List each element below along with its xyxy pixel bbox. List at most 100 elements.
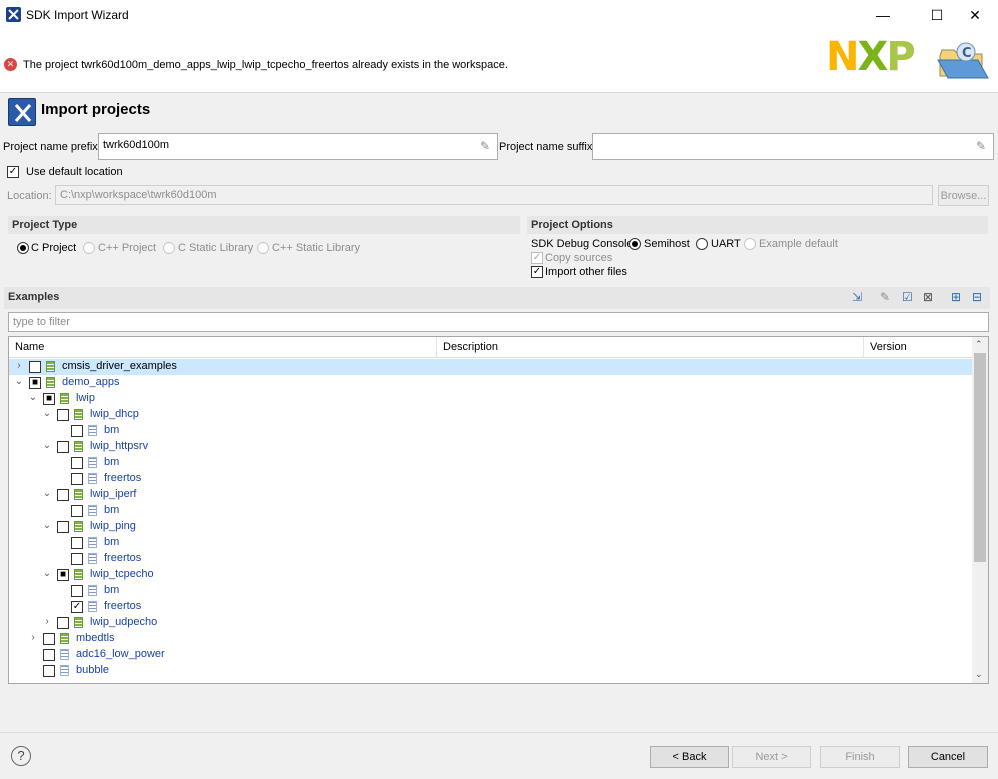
expander-icon[interactable]: ⌄: [42, 520, 52, 532]
close-button[interactable]: ✕: [952, 0, 998, 30]
select-all-icon[interactable]: ☑: [902, 290, 916, 304]
tree-row[interactable]: ⌄ ■ lwip: [9, 391, 972, 407]
row-checkbox[interactable]: [57, 489, 69, 501]
tree-row[interactable]: bm: [9, 583, 972, 599]
radio-example-default[interactable]: [744, 238, 756, 250]
radio-c-project[interactable]: [17, 242, 29, 254]
tree-row[interactable]: freertos: [9, 551, 972, 567]
expander-icon[interactable]: ›: [28, 632, 38, 644]
prefix-input[interactable]: twrk60d100m ✎: [98, 133, 498, 160]
filter-input[interactable]: type to filter: [8, 312, 989, 332]
import-other-files-checkbox[interactable]: ✓: [531, 266, 543, 278]
expander-icon[interactable]: ⌄: [28, 392, 38, 404]
expander-icon[interactable]: [56, 600, 66, 612]
next-button[interactable]: Next >: [732, 746, 811, 768]
row-checkbox[interactable]: ■: [43, 393, 55, 405]
expander-icon[interactable]: ›: [14, 360, 24, 372]
radio-uart[interactable]: [696, 238, 708, 250]
expander-icon[interactable]: [28, 648, 38, 660]
expander-icon[interactable]: [56, 504, 66, 516]
copy-sources-checkbox[interactable]: ✓: [531, 252, 543, 264]
expander-icon[interactable]: ⌄: [42, 568, 52, 580]
row-checkbox[interactable]: [57, 409, 69, 421]
expander-icon[interactable]: ⌄: [42, 488, 52, 500]
row-checkbox[interactable]: [43, 665, 55, 677]
expander-icon[interactable]: [56, 584, 66, 596]
finish-button[interactable]: Finish: [820, 746, 900, 768]
row-checkbox[interactable]: [29, 361, 41, 373]
column-description[interactable]: Description: [437, 337, 864, 358]
examples-tree[interactable]: Name Description Version › cmsis_driver_e…: [8, 336, 989, 684]
row-label: demo_apps: [62, 376, 120, 388]
location-input[interactable]: C:\nxp\workspace\twrk60d100m: [55, 185, 933, 205]
expander-icon[interactable]: [56, 536, 66, 548]
expander-icon[interactable]: [56, 456, 66, 468]
row-checkbox[interactable]: [71, 425, 83, 437]
radio-cpp-project[interactable]: [83, 242, 95, 254]
deselect-all-icon[interactable]: ⊠: [923, 290, 939, 304]
tree-row[interactable]: ⌄ ■ demo_apps: [9, 375, 972, 391]
tree-row[interactable]: freertos: [9, 471, 972, 487]
project-icon: [60, 665, 69, 676]
suffix-input[interactable]: ✎: [592, 133, 994, 160]
row-checkbox[interactable]: ■: [29, 377, 41, 389]
row-checkbox[interactable]: [71, 473, 83, 485]
row-checkbox[interactable]: [43, 633, 55, 645]
minimize-button[interactable]: —: [860, 0, 906, 30]
tree-row[interactable]: ✓ freertos: [9, 599, 972, 615]
expander-icon[interactable]: ⌄: [14, 376, 24, 388]
tree-row[interactable]: ⌄ ■ lwip_tcpecho: [9, 567, 972, 583]
scroll-thumb[interactable]: [974, 353, 986, 562]
back-button[interactable]: < Back: [650, 746, 729, 768]
clear-prefix-icon[interactable]: ✎: [477, 139, 493, 155]
tree-row[interactable]: › mbedtls: [9, 631, 972, 647]
expander-icon[interactable]: ⌄: [42, 408, 52, 420]
row-checkbox[interactable]: [57, 441, 69, 453]
tree-row[interactable]: ⌄ lwip_iperf: [9, 487, 972, 503]
row-checkbox[interactable]: [71, 553, 83, 565]
expander-icon[interactable]: [56, 552, 66, 564]
collapse-all-icon[interactable]: ⊟: [972, 290, 986, 304]
scroll-up-icon[interactable]: ⌃: [975, 339, 983, 350]
radio-semihost[interactable]: [629, 238, 641, 250]
clear-suffix-icon[interactable]: ✎: [973, 139, 989, 155]
radio-c-static-library[interactable]: [163, 242, 175, 254]
expander-icon[interactable]: ›: [42, 616, 52, 628]
tree-row[interactable]: bubble: [9, 663, 972, 679]
cancel-button[interactable]: Cancel: [908, 746, 988, 768]
expander-icon[interactable]: ⌄: [42, 440, 52, 452]
row-checkbox[interactable]: [71, 585, 83, 597]
tree-scrollbar[interactable]: ⌃ ⌄: [972, 337, 988, 683]
expander-icon[interactable]: [56, 472, 66, 484]
tree-row[interactable]: › lwip_udpecho: [9, 615, 972, 631]
tree-row[interactable]: bm: [9, 423, 972, 439]
row-checkbox[interactable]: [71, 537, 83, 549]
help-icon[interactable]: ?: [11, 746, 31, 766]
row-checkbox[interactable]: [71, 457, 83, 469]
row-checkbox[interactable]: [71, 505, 83, 517]
tree-row[interactable]: ⌄ lwip_ping: [9, 519, 972, 535]
radio-cpp-static-library[interactable]: [257, 242, 269, 254]
column-name[interactable]: Name: [9, 337, 437, 358]
tree-row[interactable]: adc16_low_power: [9, 647, 972, 663]
row-checkbox[interactable]: [43, 649, 55, 661]
tree-row[interactable]: bm: [9, 535, 972, 551]
tree-row[interactable]: bm: [9, 455, 972, 471]
row-checkbox[interactable]: [57, 521, 69, 533]
scroll-down-icon[interactable]: ⌄: [975, 669, 983, 680]
row-checkbox[interactable]: [57, 617, 69, 629]
row-checkbox[interactable]: ✓: [71, 601, 83, 613]
tree-row[interactable]: ⌄ lwip_dhcp: [9, 407, 972, 423]
expander-icon[interactable]: [56, 424, 66, 436]
tree-row[interactable]: bm: [9, 503, 972, 519]
browse-button[interactable]: Browse...: [938, 185, 989, 206]
clear-filter-icon[interactable]: ✎: [880, 290, 894, 304]
column-version[interactable]: Version: [864, 337, 972, 358]
use-default-location-checkbox[interactable]: ✓: [7, 166, 19, 178]
tree-row[interactable]: ⌄ lwip_httpsrv: [9, 439, 972, 455]
expander-icon[interactable]: [28, 664, 38, 676]
tree-row[interactable]: › cmsis_driver_examples: [9, 359, 972, 375]
import-examples-icon[interactable]: ⇲: [852, 290, 868, 304]
expand-all-icon[interactable]: ⊞: [951, 290, 965, 304]
row-checkbox[interactable]: ■: [57, 569, 69, 581]
